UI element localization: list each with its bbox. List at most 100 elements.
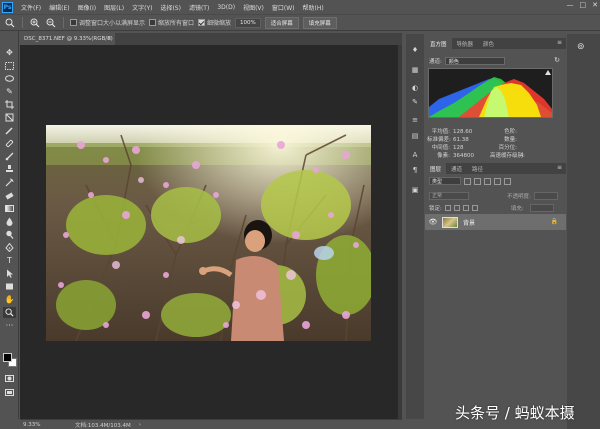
history-panel-icon[interactable]: ♦ <box>409 44 421 55</box>
menu-edit[interactable]: 编辑(E) <box>45 3 73 12</box>
document-tab[interactable]: DSC_8371.NEF @ 9.33%(RGB/8) × <box>20 33 115 45</box>
move-tool-icon[interactable]: ✥ <box>3 47 16 58</box>
tab-color[interactable]: 颜色 <box>478 38 499 49</box>
quick-selection-tool-icon[interactable]: ✎ <box>3 86 16 97</box>
tab-navigator[interactable]: 导航器 <box>452 38 479 49</box>
menu-help[interactable]: 帮助(H) <box>299 3 328 12</box>
gradient-tool-icon[interactable] <box>3 203 16 214</box>
brush-tool-icon[interactable] <box>3 151 16 162</box>
history-brush-tool-icon[interactable] <box>3 177 16 188</box>
hand-tool-icon[interactable]: ✋ <box>3 294 16 305</box>
screen-mode-icon[interactable] <box>3 387 16 398</box>
lock-image-icon[interactable] <box>453 204 460 211</box>
channel-select[interactable]: 颜色 <box>444 57 505 65</box>
clone-stamp-tool-icon[interactable] <box>3 164 16 175</box>
crop-tool-icon[interactable] <box>3 99 16 110</box>
visibility-eye-icon[interactable]: 👁 <box>428 218 438 226</box>
pixel-filter-icon[interactable] <box>464 177 471 185</box>
document-image[interactable] <box>46 125 371 341</box>
character-panel-icon[interactable]: A <box>409 149 421 160</box>
libraries-panel-icon[interactable]: ▤ <box>409 130 421 141</box>
tab-channels[interactable]: 通道 <box>446 163 467 174</box>
zoom-percent-button[interactable]: 100% <box>235 17 261 28</box>
histogram-curves <box>429 77 552 117</box>
shape-filter-icon[interactable] <box>494 177 501 185</box>
swatches-panel-icon[interactable]: ▦ <box>409 64 421 75</box>
status-zoom-level[interactable]: 9.33% <box>20 422 60 428</box>
smart-object-filter-icon[interactable] <box>504 177 511 185</box>
more-tools-icon[interactable]: ··· <box>3 320 16 331</box>
separator <box>63 17 64 28</box>
color-swatches[interactable] <box>3 353 17 367</box>
maximize-button[interactable]: □ <box>580 1 587 9</box>
zoom-in-icon[interactable] <box>29 17 41 29</box>
resize-windows-checkbox[interactable]: 调整窗口大小以满屏显示 <box>70 18 145 27</box>
blend-mode-select[interactable]: 正常 <box>429 191 469 200</box>
close-button[interactable]: ✕ <box>592 1 598 9</box>
checkbox-box[interactable] <box>149 19 157 26</box>
rectangle-tool-icon[interactable] <box>3 281 16 292</box>
tab-histogram[interactable]: 直方图 <box>425 38 452 49</box>
menu-layer[interactable]: 图层(L) <box>100 3 128 12</box>
healing-brush-tool-icon[interactable] <box>3 138 16 149</box>
checkbox-box-checked[interactable] <box>198 19 206 26</box>
foreground-color-swatch[interactable] <box>3 353 12 362</box>
panel-menu-icon[interactable]: ≡ <box>557 164 562 171</box>
zoom-tool-icon[interactable] <box>4 17 16 29</box>
brushes-panel-icon[interactable]: ✎ <box>409 96 421 107</box>
tab-layers[interactable]: 图层 <box>425 163 447 174</box>
layer-comps-panel-icon[interactable]: ▣ <box>409 184 421 195</box>
fill-screen-button[interactable]: 填充屏幕 <box>302 16 337 29</box>
type-filter-icon[interactable] <box>484 177 491 185</box>
far-right-strip: ⊚ <box>567 34 600 429</box>
lasso-tool-icon[interactable] <box>3 73 16 84</box>
paragraph-panel-icon[interactable]: ¶ <box>409 164 421 175</box>
refresh-icon[interactable]: ↻ <box>554 56 560 64</box>
type-tool-icon[interactable]: T <box>3 255 16 266</box>
minimize-button[interactable]: — <box>567 1 574 9</box>
zoom-all-windows-checkbox[interactable]: 缩放所有窗口 <box>149 18 194 27</box>
status-menu-arrow-icon[interactable]: › <box>139 422 141 428</box>
adjustment-filter-icon[interactable] <box>474 177 481 185</box>
blur-tool-icon[interactable] <box>3 216 16 227</box>
marquee-tool-icon[interactable] <box>3 60 16 71</box>
collapsed-panel-icon[interactable]: ⊚ <box>577 42 585 52</box>
menu-filter[interactable]: 滤镜(T) <box>185 3 213 12</box>
menu-3d[interactable]: 3D(D) <box>213 4 239 11</box>
lock-position-icon[interactable] <box>462 204 469 211</box>
quick-mask-icon[interactable] <box>3 373 16 384</box>
close-document-icon[interactable]: × <box>107 35 112 42</box>
cache-warning-icon[interactable] <box>545 70 551 75</box>
menu-file[interactable]: 文件(F) <box>17 3 45 12</box>
eyedropper-tool-icon[interactable] <box>3 125 16 136</box>
menu-image[interactable]: 图像(I) <box>74 3 100 12</box>
zoom-tool-icon[interactable] <box>3 307 16 318</box>
path-selection-tool-icon[interactable] <box>3 268 16 279</box>
frame-tool-icon[interactable] <box>3 112 16 123</box>
fit-screen-button[interactable]: 适合屏幕 <box>264 16 299 29</box>
opacity-field[interactable] <box>533 191 558 200</box>
scrubby-zoom-checkbox[interactable]: 细微缩放 <box>198 18 231 27</box>
menu-type[interactable]: 文字(Y) <box>128 3 156 12</box>
layer-name[interactable]: 背景 <box>463 218 475 227</box>
zoom-out-icon[interactable] <box>45 17 57 29</box>
tab-paths[interactable]: 路径 <box>467 163 488 174</box>
dodge-tool-icon[interactable] <box>3 229 16 240</box>
fill-field[interactable] <box>529 203 554 212</box>
canvas-scrollbar[interactable] <box>398 45 402 419</box>
tools-panel: ✥ ✎ T ✋ ··· <box>0 31 19 419</box>
menu-select[interactable]: 选择(S) <box>156 3 185 12</box>
checkbox-box[interactable] <box>70 19 77 26</box>
menu-view[interactable]: 视图(V) <box>239 3 268 12</box>
adjustments-panel-icon[interactable]: ◐ <box>409 82 421 93</box>
pen-tool-icon[interactable] <box>3 242 16 253</box>
menu-window[interactable]: 窗口(W) <box>268 3 299 12</box>
lock-all-icon[interactable] <box>471 204 478 211</box>
layer-kind-select[interactable]: 类型 <box>429 177 461 185</box>
properties-panel-icon[interactable]: ≡ <box>409 114 421 125</box>
eraser-tool-icon[interactable] <box>3 190 16 201</box>
panel-menu-icon[interactable]: ≡ <box>557 39 562 46</box>
layer-row[interactable]: 👁 背景 🔒 <box>425 214 566 230</box>
lock-transparent-icon[interactable] <box>444 204 451 211</box>
stat-median: 中间值: 128 <box>431 145 464 151</box>
